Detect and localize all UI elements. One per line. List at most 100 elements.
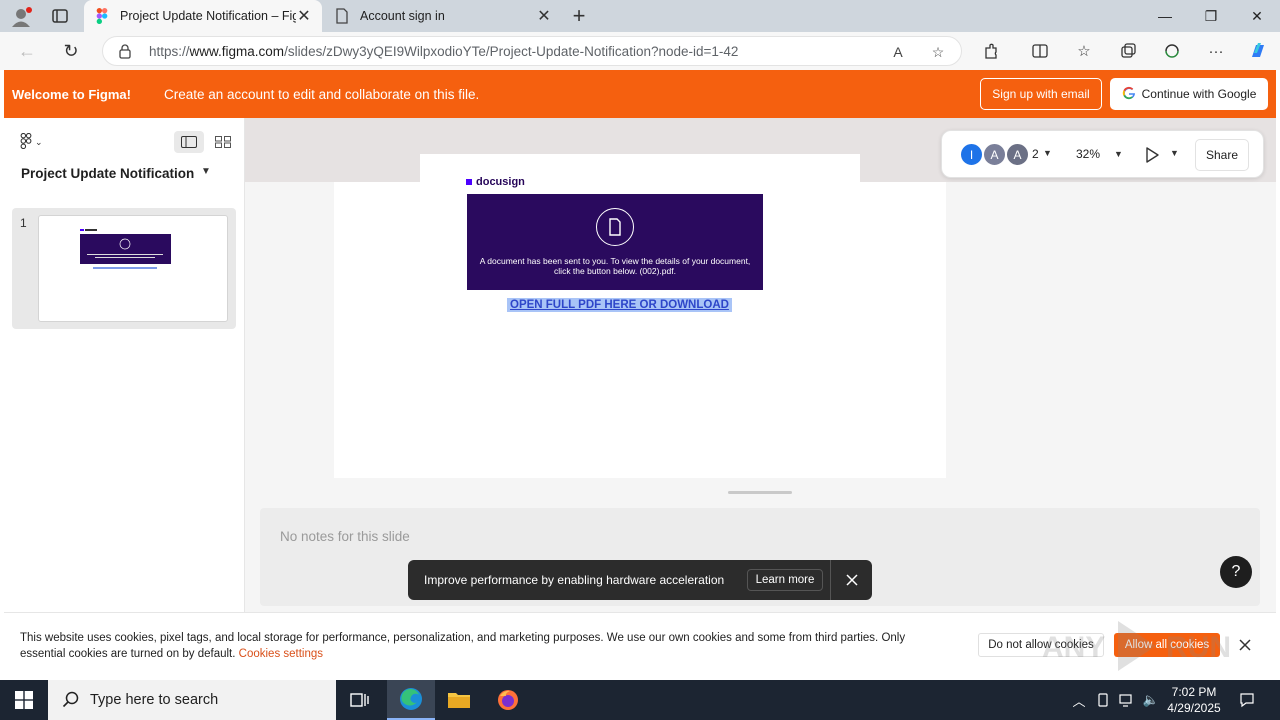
file-title[interactable]: Project Update Notification <box>21 166 194 181</box>
avatar[interactable]: I <box>960 143 983 166</box>
docusign-logo-icon <box>466 179 472 185</box>
grid-view-toggle[interactable] <box>208 131 238 153</box>
taskbar-search-placeholder: Type here to search <box>90 692 219 708</box>
tab-title: Account sign in <box>360 9 445 23</box>
taskbar-search-box[interactable]: Type here to search <box>48 680 336 720</box>
zoom-dropdown[interactable]: 32% ▼ <box>1064 140 1126 168</box>
google-icon <box>1122 86 1136 103</box>
windows-taskbar: Type here to search ︿ 🔈 7:02 PM 4/29/202… <box>0 680 1280 720</box>
slide-canvas[interactable]: docusign A document has been sent to you… <box>245 118 1276 612</box>
copilot-icon[interactable] <box>1248 41 1268 61</box>
chevron-down-icon[interactable]: ▼ <box>1043 148 1052 158</box>
slide-number: 1 <box>20 216 27 230</box>
hardware-acceleration-toast: Improve performance by enabling hardware… <box>408 560 872 600</box>
favorite-star-icon[interactable]: ☆ <box>929 43 947 61</box>
profile-icon[interactable] <box>10 6 32 28</box>
close-cookie-banner-icon[interactable] <box>1235 635 1255 655</box>
more-menu-icon[interactable]: ··· <box>1206 41 1226 61</box>
file-explorer-icon[interactable] <box>435 680 483 720</box>
cookie-text: This website uses cookies, pixel tags, a… <box>20 632 906 660</box>
collections-icon[interactable] <box>1118 41 1138 61</box>
restore-icon[interactable]: ❐ <box>1188 0 1234 32</box>
single-view-toggle[interactable] <box>174 131 204 153</box>
main-menu-button[interactable]: ⌄ <box>20 132 54 152</box>
open-pdf-link[interactable]: OPEN FULL PDF HERE OR DOWNLOAD <box>507 298 732 312</box>
present-play-icon[interactable] <box>1142 145 1162 165</box>
edge-browser-icon[interactable] <box>387 680 435 720</box>
close-tab-icon[interactable]: ✕ <box>296 8 312 25</box>
tab-title: Project Update Notification – Fig <box>120 9 296 23</box>
toast-message: Improve performance by enabling hardware… <box>424 573 725 587</box>
toast-divider <box>830 560 831 600</box>
minimize-icon[interactable]: — <box>1142 0 1188 32</box>
tray-device-icon[interactable] <box>1094 691 1112 709</box>
docusign-card: A document has been sent to you. To view… <box>467 194 763 290</box>
network-icon[interactable] <box>1118 691 1136 709</box>
grid-view-icon <box>215 136 231 148</box>
split-screen-icon[interactable] <box>1030 41 1050 61</box>
back-icon[interactable]: ← <box>16 40 38 62</box>
clock-time: 7:02 PM <box>1171 685 1217 699</box>
presentation-toolbar: I A A 2 ▼ 32% ▼ ▼ Share <box>941 130 1264 178</box>
sign-up-email-button[interactable]: Sign up with email <box>980 78 1102 110</box>
clock-date: 4/29/2025 <box>1167 701 1221 715</box>
notes-placeholder: No notes for this slide <box>280 529 410 544</box>
collaborator-count[interactable]: 2 <box>1032 147 1039 161</box>
avatar[interactable]: A <box>983 143 1006 166</box>
banner-message: Create an account to edit and collaborat… <box>164 87 480 102</box>
read-aloud-icon[interactable]: A <box>889 43 907 61</box>
tray-chevron-up-icon[interactable]: ︿ <box>1070 691 1088 709</box>
firefox-icon[interactable] <box>484 680 532 720</box>
search-icon <box>62 691 79 708</box>
browser-essentials-icon[interactable] <box>1162 41 1182 61</box>
figma-logo-icon <box>20 132 32 152</box>
volume-icon[interactable]: 🔈 <box>1142 691 1160 709</box>
notifications-icon[interactable] <box>1238 691 1256 709</box>
help-button[interactable]: ? <box>1220 556 1252 588</box>
favorites-icon[interactable]: ☆ <box>1074 41 1094 61</box>
share-button[interactable]: Share <box>1195 139 1249 171</box>
deny-cookies-button[interactable]: Do not allow cookies <box>978 633 1104 657</box>
google-button-label: Continue with Google <box>1141 87 1257 101</box>
tab-figma[interactable]: Project Update Notification – Fig ✕ <box>84 0 322 32</box>
docusign-logo: docusign <box>466 176 525 188</box>
allow-cookies-button[interactable]: Allow all cookies <box>1114 633 1220 657</box>
close-toast-icon[interactable] <box>842 570 862 590</box>
slide[interactable]: docusign A document has been sent to you… <box>334 176 946 478</box>
close-tab-icon[interactable]: ✕ <box>536 8 552 25</box>
panel-view-icon <box>181 136 197 148</box>
refresh-icon[interactable]: ↻ <box>60 40 82 62</box>
new-tab-button[interactable]: + <box>568 3 590 28</box>
tab-actions-icon[interactable] <box>50 6 70 26</box>
cookie-banner: This website uses cookies, pixel tags, a… <box>4 612 1276 680</box>
banner-welcome: Welcome to Figma! <box>12 87 131 102</box>
figma-favicon-icon <box>94 8 110 24</box>
windows-start-icon[interactable] <box>0 680 48 720</box>
docusign-logo-text: docusign <box>476 176 525 188</box>
cookies-settings-link[interactable]: Cookies settings <box>239 648 323 660</box>
learn-more-button[interactable]: Learn more <box>747 569 823 591</box>
zoom-value: 32% <box>1076 147 1101 161</box>
system-clock[interactable]: 7:02 PM 4/29/2025 <box>1160 684 1228 716</box>
chevron-down-icon[interactable]: ▼ <box>1170 148 1179 158</box>
avatar[interactable]: A <box>1006 143 1029 166</box>
card-message: A document has been sent to you. To view… <box>479 256 751 276</box>
url-field[interactable]: https://www.figma.com/slides/zDwy3yQEI9W… <box>102 36 962 66</box>
slide-thumbnail <box>38 215 228 322</box>
figma-welcome-banner: Welcome to Figma! Create an account to e… <box>4 70 1276 118</box>
close-window-icon[interactable]: ✕ <box>1234 0 1280 32</box>
chevron-down-icon[interactable]: ▼ <box>201 166 211 177</box>
tab-account-sign-in[interactable]: Account sign in ✕ <box>324 0 562 32</box>
chevron-down-icon: ⌄ <box>35 136 43 147</box>
slide-thumbnail-item[interactable]: 1 <box>12 208 236 329</box>
lock-icon <box>117 43 133 59</box>
chevron-down-icon: ▼ <box>1114 149 1123 159</box>
notes-resize-handle[interactable] <box>728 491 792 494</box>
continue-with-google-button[interactable]: Continue with Google <box>1110 78 1268 110</box>
task-view-icon[interactable] <box>336 680 384 720</box>
extensions-icon[interactable] <box>981 41 1001 61</box>
page-favicon-icon <box>334 8 350 24</box>
browser-tab-bar: Project Update Notification – Fig ✕ Acco… <box>0 0 1280 32</box>
url-text: https://www.figma.com/slides/zDwy3yQEI9W… <box>149 44 739 59</box>
document-icon <box>596 208 634 246</box>
